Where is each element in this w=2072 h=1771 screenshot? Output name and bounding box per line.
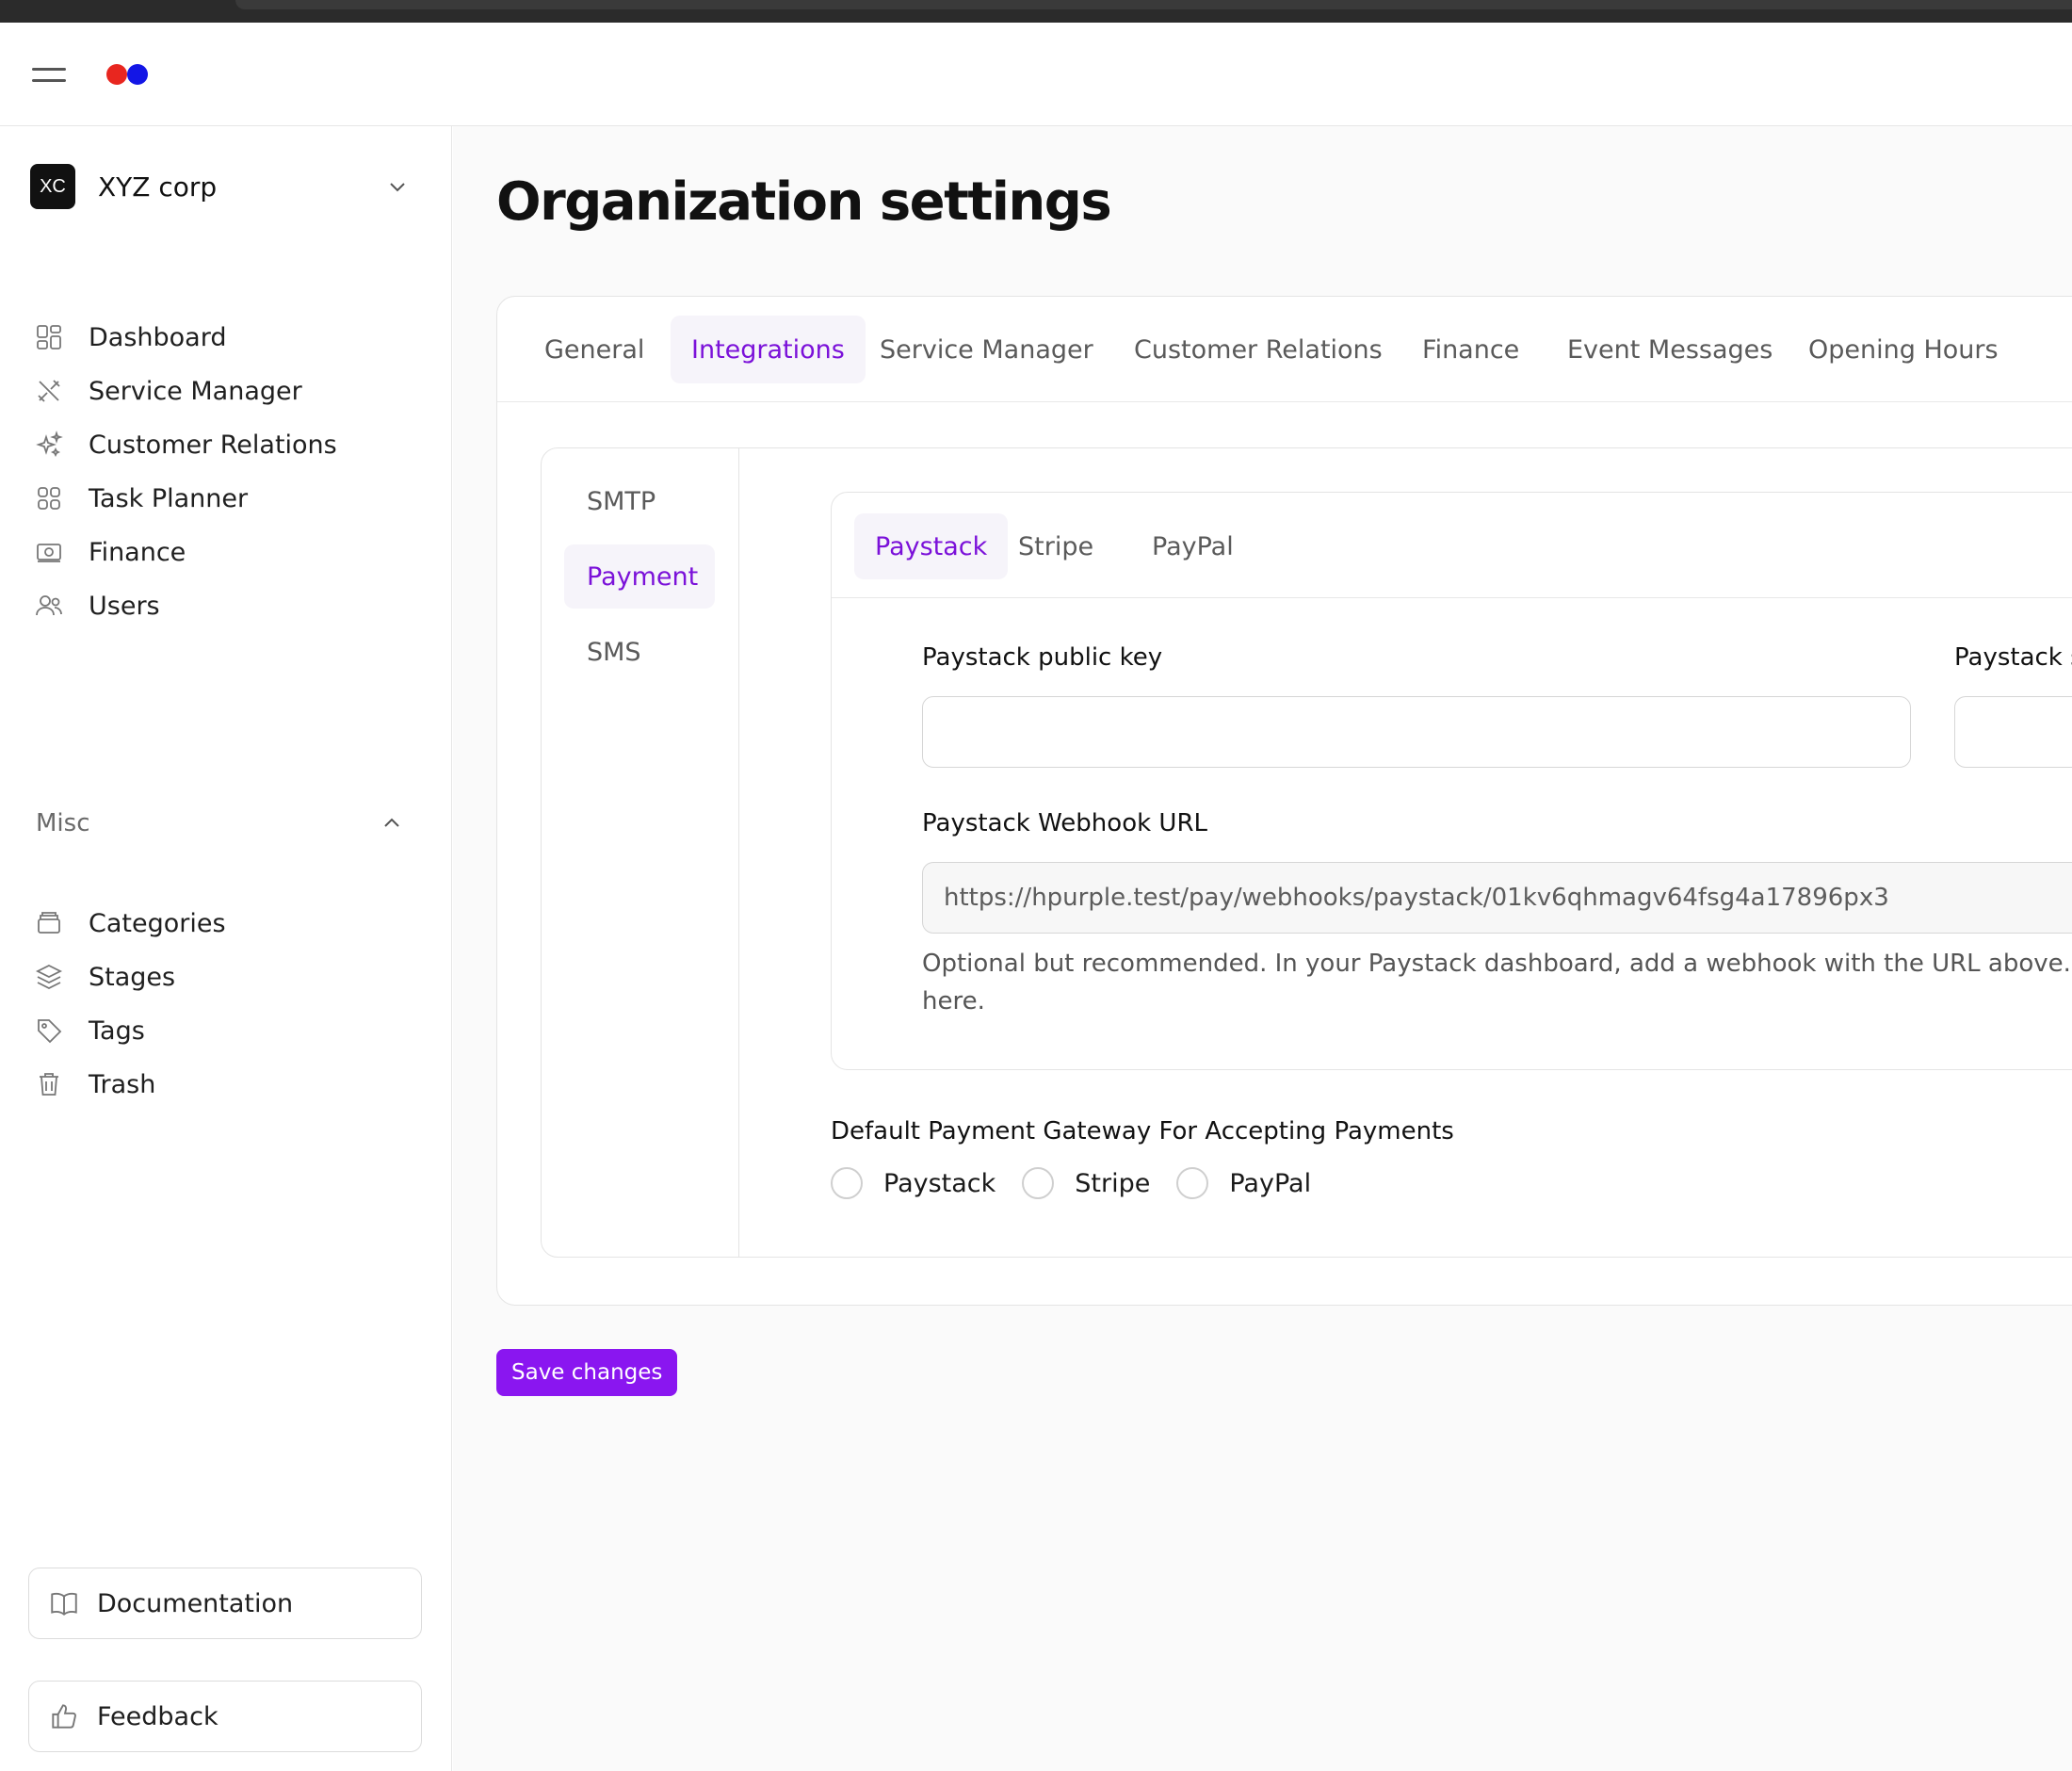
subnav-sms[interactable]: SMS xyxy=(564,620,715,684)
documentation-button[interactable]: Documentation xyxy=(28,1568,422,1639)
logo-blue-dot xyxy=(127,64,148,85)
sidebar-item-task-planner[interactable]: Task Planner xyxy=(34,472,429,525)
sidebar-item-label: Task Planner xyxy=(89,483,249,513)
sidebar: XC XYZ corp Dashboard Service Manager Cu… xyxy=(0,126,452,1771)
window-top-strip xyxy=(0,0,2072,23)
sparkles-icon xyxy=(36,431,63,458)
tab-opening-hours[interactable]: Opening Hours xyxy=(1788,316,2019,383)
org-name: XYZ corp xyxy=(98,171,218,203)
tab-general[interactable]: General xyxy=(524,316,665,383)
sidebar-item-label: Users xyxy=(89,591,160,621)
subnav-smtp[interactable]: SMTP xyxy=(564,469,715,533)
tab-event-messages[interactable]: Event Messages xyxy=(1546,316,1793,383)
tab-customer-relations[interactable]: Customer Relations xyxy=(1113,316,1403,383)
sidebar-item-stages[interactable]: Stages xyxy=(34,950,429,1003)
documentation-label: Documentation xyxy=(97,1588,294,1618)
page-title: Organization settings xyxy=(496,171,1112,233)
settings-tabs: General Integrations Service Manager Cus… xyxy=(497,297,2072,402)
sidebar-item-tags[interactable]: Tags xyxy=(34,1004,429,1057)
gateway-tab-paystack[interactable]: Paystack xyxy=(854,513,1009,579)
trash-icon xyxy=(40,1073,58,1096)
hamburger-icon[interactable] xyxy=(32,64,66,85)
sidebar-item-customer-relations[interactable]: Customer Relations xyxy=(34,418,429,471)
sidebar-item-label: Categories xyxy=(89,908,226,938)
sidebar-item-trash[interactable]: Trash xyxy=(34,1058,429,1111)
payment-gateway-card: Paystack Stripe PayPal Paystack public k… xyxy=(831,492,2072,1070)
top-bar xyxy=(0,23,2072,126)
thumbs-up-icon xyxy=(52,1704,76,1729)
book-open-icon xyxy=(51,1592,77,1616)
dashboard-icon xyxy=(37,325,61,349)
sidebar-item-label: Service Manager xyxy=(89,376,302,406)
radio-paypal[interactable] xyxy=(1176,1167,1209,1199)
main-content: Organization settings General Integratio… xyxy=(453,126,2072,1771)
save-changes-button[interactable]: Save changes xyxy=(496,1349,678,1396)
radio-stripe[interactable] xyxy=(1022,1167,1055,1199)
integrations-panel: SMTP Payment SMS Paystack Stripe PayPal … xyxy=(541,447,2072,1258)
layers-icon xyxy=(35,964,63,990)
tag-icon xyxy=(38,1019,62,1044)
secret-key-input[interactable] xyxy=(1954,696,2072,768)
misc-section-toggle[interactable]: Misc xyxy=(36,804,413,842)
org-badge: XC xyxy=(30,164,75,209)
gateway-tab-paypal[interactable]: PayPal xyxy=(1131,513,1255,579)
grid-icon xyxy=(38,487,60,510)
banknote-icon xyxy=(37,544,61,562)
misc-section-label: Misc xyxy=(36,809,90,837)
webhook-url-label: Paystack Webhook URL xyxy=(922,809,1207,837)
integrations-subnav: SMTP Payment SMS xyxy=(542,448,739,1257)
sidebar-item-label: Stages xyxy=(89,962,176,992)
archive-icon xyxy=(38,912,60,934)
sidebar-item-dashboard[interactable]: Dashboard xyxy=(34,311,429,364)
webhook-help-line-1: Optional but recommended. In your Paysta… xyxy=(922,950,2072,978)
public-key-input[interactable] xyxy=(922,696,1911,768)
radio-stripe-label[interactable]: Stripe xyxy=(1075,1169,1150,1198)
sidebar-item-label: Dashboard xyxy=(89,322,227,352)
logo-red-dot xyxy=(106,64,127,85)
tab-service-manager[interactable]: Service Manager xyxy=(859,316,1114,383)
tab-finance[interactable]: Finance xyxy=(1401,316,1540,383)
sidebar-item-categories[interactable]: Categories xyxy=(34,897,429,950)
window-notch xyxy=(235,0,2072,9)
org-switcher[interactable]: XC XYZ corp xyxy=(30,162,426,211)
webhook-help-line-2: here. xyxy=(922,987,985,1015)
feedback-button[interactable]: Feedback xyxy=(28,1681,422,1752)
gateway-tab-stripe[interactable]: Stripe xyxy=(997,513,1114,579)
sidebar-item-label: Finance xyxy=(89,537,186,567)
sidebar-item-label: Customer Relations xyxy=(89,430,337,460)
tab-integrations[interactable]: Integrations xyxy=(671,316,866,383)
default-gateway-label: Default Payment Gateway For Accepting Pa… xyxy=(831,1117,1454,1145)
default-gateway-radios: Paystack Stripe PayPal xyxy=(831,1164,1337,1202)
secret-key-label: Paystack s xyxy=(1954,643,2072,672)
subnav-payment[interactable]: Payment xyxy=(564,544,715,609)
radio-paystack[interactable] xyxy=(831,1167,863,1199)
webhook-help-text: Optional but recommended. In your Paysta… xyxy=(922,945,2072,1020)
app-logo[interactable] xyxy=(106,64,152,85)
sidebar-item-finance[interactable]: Finance xyxy=(34,526,429,578)
sidebar-item-service-manager[interactable]: Service Manager xyxy=(34,365,429,417)
sidebar-item-users[interactable]: Users xyxy=(34,579,429,632)
sidebar-item-label: Tags xyxy=(89,1015,145,1046)
chevron-up-icon xyxy=(384,818,399,827)
public-key-label: Paystack public key xyxy=(922,643,1163,672)
gateway-tabs: Paystack Stripe PayPal xyxy=(832,493,2072,598)
tools-icon xyxy=(38,380,60,402)
chevron-down-icon xyxy=(390,183,405,192)
webhook-url-field[interactable]: https://hpurple.test/pay/webhooks/paysta… xyxy=(922,862,2072,934)
radio-paypal-label[interactable]: PayPal xyxy=(1229,1169,1311,1198)
sidebar-item-label: Trash xyxy=(89,1069,156,1099)
users-icon xyxy=(36,595,62,616)
feedback-label: Feedback xyxy=(97,1701,219,1731)
settings-card: General Integrations Service Manager Cus… xyxy=(496,296,2072,1306)
radio-paystack-label[interactable]: Paystack xyxy=(883,1169,996,1198)
